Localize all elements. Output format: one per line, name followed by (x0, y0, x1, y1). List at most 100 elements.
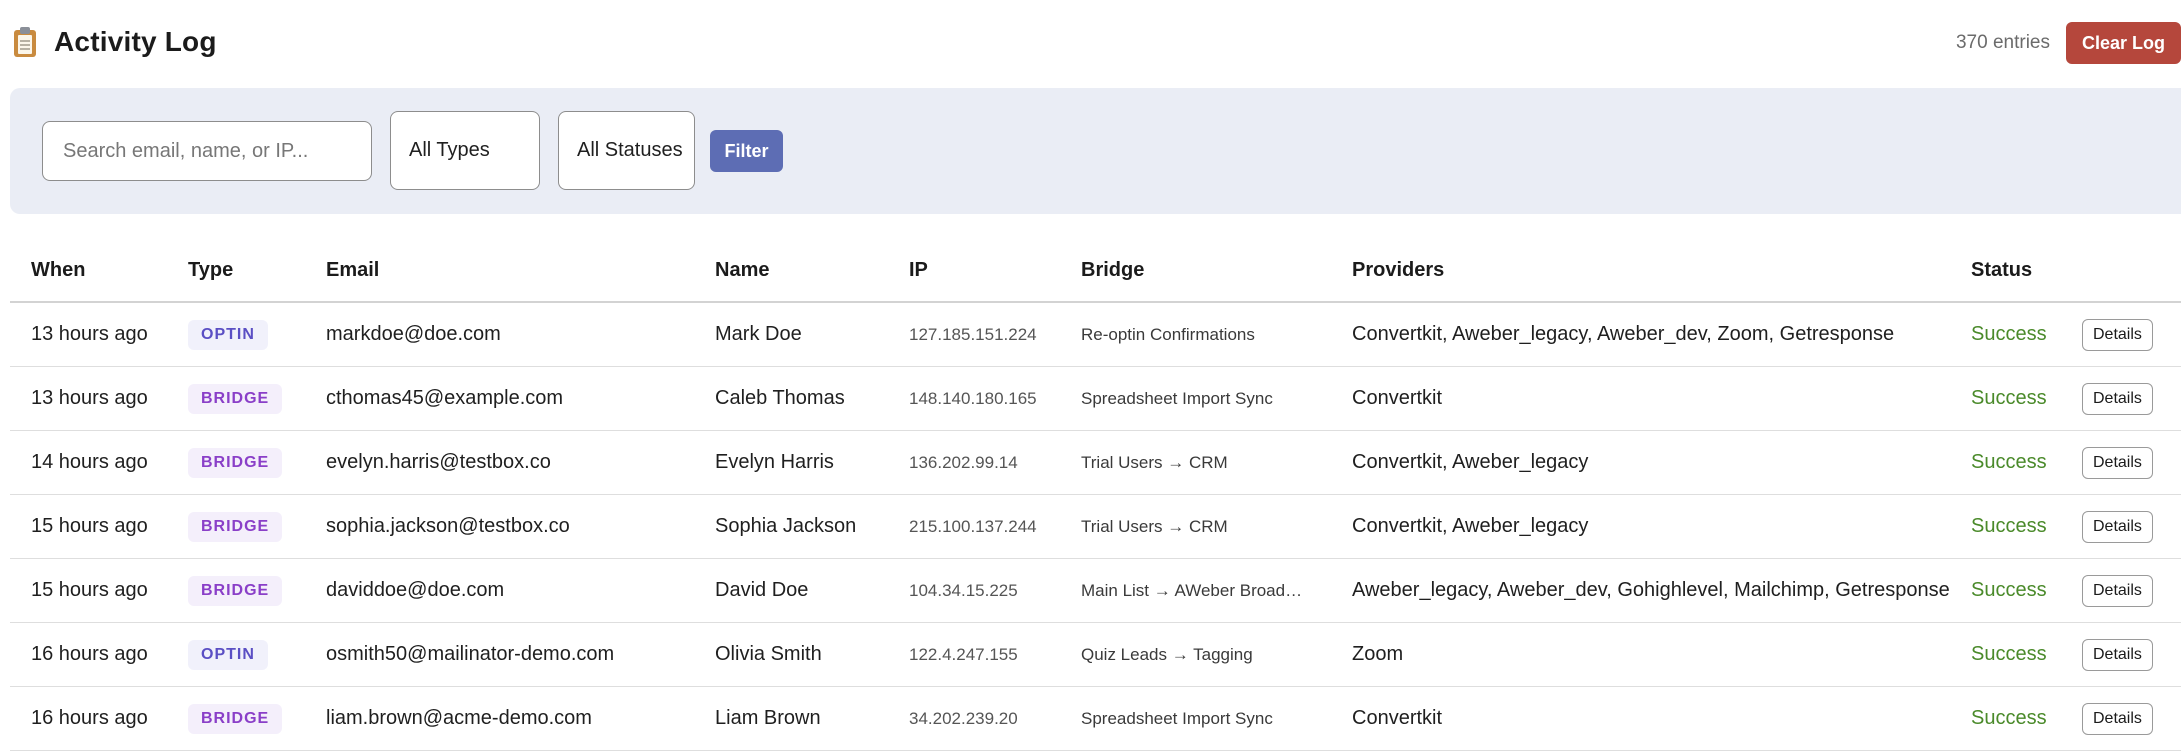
name-cell: Liam Brown (694, 686, 888, 751)
type-cell: OPTIN (167, 622, 305, 687)
col-name-header: Name (694, 240, 888, 303)
details-button[interactable]: Details (2082, 638, 2153, 671)
bridge-cell: Spreadsheet Import Sync (1060, 366, 1331, 431)
name-cell: Sophia Jackson (694, 494, 888, 559)
ip-cell: 136.202.99.14 (888, 430, 1060, 495)
bridge-cell: Main List → AWeber Broad… (1060, 558, 1331, 623)
page-header: Activity Log 370 entries Clear Log (14, 18, 2181, 68)
email-cell: sophia.jackson@testbox.co (305, 494, 694, 559)
table-row: 13 hours ago BRIDGE cthomas45@example.com C… (10, 366, 2181, 431)
filter-button[interactable]: Filter (710, 130, 783, 172)
entry-count: 370 entries (1955, 32, 2050, 53)
header-actions: 370 entries Clear Log (1956, 22, 2181, 64)
name-cell: Caleb Thomas (694, 366, 888, 431)
type-cell: BRIDGE (167, 686, 305, 751)
table-header-row: When Type Email Name IP Bridge Providers Status (10, 240, 2181, 303)
details-button[interactable]: Details (2082, 510, 2153, 543)
details-button[interactable]: Details (2082, 574, 2153, 607)
status-cell: Success (1950, 558, 2061, 623)
when-cell: 16 hours ago (10, 686, 167, 751)
type-badge: OPTIN (188, 639, 268, 670)
activity-table: When Type Email Name IP Bridge Providers Status… (10, 240, 2181, 751)
name-cell: Evelyn Harris (694, 430, 888, 495)
email-cell: evelyn.harris@testbox.co (305, 430, 694, 495)
search-input[interactable] (42, 121, 372, 181)
type-cell: BRIDGE (167, 430, 305, 495)
table-row: 13 hours ago OPTIN markdoe@doe.com Mark Doe… (10, 302, 2181, 367)
status-cell: Success (1950, 366, 2061, 431)
status-badge: Success (1971, 707, 2047, 729)
actions-cell: Details (2061, 558, 2181, 623)
type-cell: BRIDGE (167, 366, 305, 431)
status-badge: Success (1971, 323, 2047, 345)
status-badge: Success (1971, 643, 2047, 665)
providers-cell: Convertkit (1331, 366, 1950, 431)
when-cell: 13 hours ago (10, 302, 167, 367)
status-cell: Success (1950, 302, 2061, 367)
status-badge: Success (1971, 515, 2047, 537)
type-cell: OPTIN (167, 302, 305, 367)
providers-cell: Aweber_legacy, Aweber_dev, Gohighlevel, … (1331, 558, 1950, 623)
when-cell: 15 hours ago (10, 558, 167, 623)
title-group: Activity Log (14, 26, 217, 58)
ip-cell: 148.140.180.165 (888, 366, 1060, 431)
bridge-cell: Trial Users → CRM (1060, 494, 1331, 559)
table-row: 14 hours ago BRIDGE evelyn.harris@testbox.… (10, 430, 2181, 495)
actions-cell: Details (2061, 366, 2181, 431)
actions-cell: Details (2061, 622, 2181, 687)
clear-log-button[interactable]: Clear Log (2065, 22, 2181, 64)
status-cell: Success (1950, 686, 2061, 751)
status-select[interactable]: All Statuses (558, 111, 695, 190)
providers-cell: Convertkit (1331, 686, 1950, 751)
details-button[interactable]: Details (2082, 318, 2153, 351)
providers-cell: Zoom (1331, 622, 1950, 687)
type-badge: BRIDGE (188, 511, 283, 542)
type-select[interactable]: All Types (390, 111, 540, 190)
col-email-header: Email (305, 240, 694, 303)
name-cell: Mark Doe (694, 302, 888, 367)
status-badge: Success (1971, 451, 2047, 473)
table-header: When Type Email Name IP Bridge Providers Status (10, 240, 2181, 303)
email-cell: daviddoe@doe.com (305, 558, 694, 623)
table-row: 15 hours ago BRIDGE sophia.jackson@testbox… (10, 494, 2181, 559)
col-actions-header (2061, 240, 2181, 303)
status-cell: Success (1950, 494, 2061, 559)
bridge-cell: Trial Users → CRM (1060, 430, 1331, 495)
col-providers-header: Providers (1331, 240, 1950, 303)
table-row: 15 hours ago BRIDGE daviddoe@doe.com David … (10, 558, 2181, 623)
ip-cell: 215.100.137.244 (888, 494, 1060, 559)
name-cell: Olivia Smith (694, 622, 888, 687)
status-badge: Success (1971, 387, 2047, 409)
activity-log-page: Activity Log 370 entries Clear Log All T… (0, 0, 2181, 754)
providers-cell: Convertkit, Aweber_legacy (1331, 494, 1950, 559)
actions-cell: Details (2061, 430, 2181, 495)
col-bridge-header: Bridge (1060, 240, 1331, 303)
type-badge: BRIDGE (188, 703, 283, 734)
actions-cell: Details (2061, 686, 2181, 751)
table-row: 16 hours ago BRIDGE liam.brown@acme-demo.c… (10, 686, 2181, 751)
type-badge: OPTIN (188, 319, 268, 350)
col-status-header: Status (1950, 240, 2061, 303)
type-select-value: All Types (409, 139, 490, 161)
email-cell: osmith50@mailinator-demo.com (305, 622, 694, 687)
providers-cell: Convertkit, Aweber_legacy (1331, 430, 1950, 495)
col-type-header: Type (167, 240, 305, 303)
when-cell: 16 hours ago (10, 622, 167, 687)
filter-bar: All Types All Statuses Filter (10, 88, 2181, 214)
email-cell: markdoe@doe.com (305, 302, 694, 367)
actions-cell: Details (2061, 302, 2181, 367)
details-button[interactable]: Details (2082, 702, 2153, 735)
details-button[interactable]: Details (2082, 382, 2153, 415)
table-row: 16 hours ago OPTIN osmith50@mailinator-dem… (10, 622, 2181, 687)
activity-table-container: When Type Email Name IP Bridge Providers Status… (10, 240, 2181, 751)
ip-cell: 34.202.239.20 (888, 686, 1060, 751)
ip-cell: 104.34.15.225 (888, 558, 1060, 623)
details-button[interactable]: Details (2082, 446, 2153, 479)
type-cell: BRIDGE (167, 494, 305, 559)
ip-cell: 127.185.151.224 (888, 302, 1060, 367)
type-badge: BRIDGE (188, 447, 283, 478)
bridge-cell: Spreadsheet Import Sync (1060, 686, 1331, 751)
page-title: Activity Log (54, 26, 217, 57)
ip-cell: 122.4.247.155 (888, 622, 1060, 687)
providers-cell: Convertkit, Aweber_legacy, Aweber_dev, Z… (1331, 302, 1950, 367)
